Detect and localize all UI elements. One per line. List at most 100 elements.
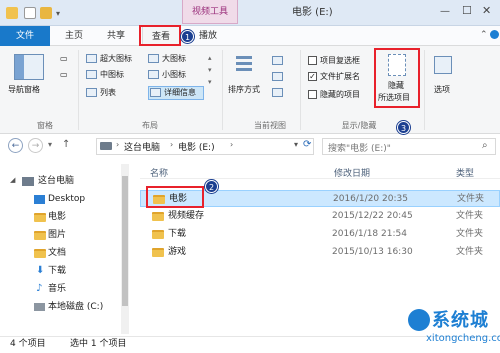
address-dropdown-icon[interactable]: ▾	[294, 140, 298, 149]
layout-medium-icons[interactable]: 中图标	[100, 69, 124, 80]
file-extensions-checkbox[interactable]: ✓	[308, 72, 317, 81]
file-type: 文件夹	[456, 211, 484, 221]
hidden-items-checkbox[interactable]	[308, 90, 317, 99]
chevron-right-icon: ›	[230, 140, 234, 149]
layout-extra-large-icons[interactable]: 超大图标	[100, 53, 132, 64]
tab-home[interactable]: 主页	[58, 26, 90, 46]
layout-scroll-arrows-icon[interactable]: ▴ ▾ ▾	[208, 52, 212, 88]
highlight-hide-selected	[374, 48, 420, 108]
search-placeholder: 搜索"电影 (E:)"	[328, 144, 391, 154]
window-title: 电影 (E:)	[292, 7, 333, 18]
extra-large-icons-icon	[86, 54, 97, 63]
watermark-brand: 系统城	[432, 310, 489, 331]
layout-small-icons[interactable]: 小图标	[162, 69, 186, 80]
documents-folder-icon	[34, 249, 46, 258]
ribbon-collapse-icon[interactable]: ⌃	[480, 30, 488, 40]
add-columns-icon[interactable]	[272, 72, 283, 81]
step-badge-2: 2	[205, 180, 218, 193]
properties-icon[interactable]	[24, 7, 36, 19]
chevron-right-icon: ›	[116, 140, 120, 149]
medium-icons-icon	[86, 70, 97, 79]
forward-icon[interactable]: →	[28, 138, 43, 153]
tab-play[interactable]: 播放	[190, 26, 226, 46]
group-label-show-hide: 显示/隐藏	[341, 121, 377, 130]
nav-item-downloads[interactable]: 下载	[48, 263, 66, 279]
size-columns-icon[interactable]	[272, 88, 283, 97]
file-type: 文件夹	[456, 247, 484, 257]
navigation-pane-button[interactable]: 导航窗格	[8, 84, 40, 95]
item-checkboxes-label: 项目复选框	[320, 56, 360, 65]
item-checkboxes-checkbox[interactable]	[308, 56, 317, 65]
back-icon[interactable]: ←	[8, 138, 23, 153]
table-row[interactable]: 下载 2016/1/18 21:54 文件夹	[140, 226, 500, 243]
downloads-icon: ⬇	[36, 265, 45, 276]
step-badge-1: 1	[181, 30, 194, 43]
step-badge-3: 3	[397, 121, 410, 134]
layout-details[interactable]: 详细信息	[164, 87, 196, 98]
list-icon	[86, 88, 97, 97]
local-disk-icon	[34, 303, 45, 311]
table-row[interactable]: 视频缓存 2015/12/22 20:45 文件夹	[140, 208, 500, 225]
preview-pane-icon[interactable]: ▭	[60, 54, 68, 63]
tab-share[interactable]: 共享	[100, 26, 132, 46]
computer-icon	[100, 142, 112, 150]
search-icon[interactable]: ⌕	[482, 140, 488, 151]
table-row[interactable]: 游戏 2015/10/13 16:30 文件夹	[140, 244, 500, 261]
status-selected-count: 选中 1 个项目	[70, 339, 127, 349]
details-pane-icon[interactable]: ▭	[60, 70, 68, 79]
layout-list[interactable]: 列表	[100, 87, 116, 98]
nav-item-pictures[interactable]: 图片	[48, 227, 66, 243]
music-icon: ♪	[36, 283, 43, 294]
group-label-current-view: 当前视图	[254, 121, 286, 130]
sort-by-icon	[234, 54, 256, 76]
header-divider	[140, 178, 500, 179]
nav-item-music[interactable]: 音乐	[48, 281, 66, 297]
videos-folder-icon	[34, 213, 46, 222]
options-button[interactable]: 选项	[434, 84, 450, 95]
layout-large-icons[interactable]: 大图标	[162, 53, 186, 64]
watermark-logo	[408, 309, 430, 331]
computer-icon	[22, 177, 34, 186]
file-modified: 2015/12/22 20:45	[332, 211, 413, 221]
group-label-layout: 布局	[142, 121, 158, 130]
nav-item-this-pc[interactable]: 这台电脑	[38, 173, 74, 189]
group-by-icon[interactable]	[272, 56, 283, 65]
folder-icon	[152, 212, 164, 221]
up-icon[interactable]: ↑	[62, 139, 70, 150]
nav-pane-scroll-thumb[interactable]	[122, 176, 128, 306]
nav-item-desktop[interactable]: Desktop	[48, 191, 85, 207]
nav-item-videos[interactable]: 电影	[48, 209, 66, 225]
recent-locations-icon[interactable]: ▾	[48, 140, 52, 149]
large-icons-icon	[148, 54, 159, 63]
file-name: 下载	[168, 229, 187, 239]
expand-chevron-icon[interactable]: ◢	[10, 176, 15, 184]
file-modified: 2015/10/13 16:30	[332, 247, 413, 257]
navigation-pane-icon[interactable]	[14, 54, 44, 80]
breadcrumb-drive[interactable]: 电影 (E:)	[178, 140, 215, 153]
divider	[222, 50, 223, 130]
sort-by-button[interactable]: 排序方式	[228, 84, 260, 95]
watermark-url: xitongcheng.com	[426, 333, 500, 344]
file-name: 视频缓存	[168, 211, 205, 221]
nav-item-local-disk-c[interactable]: 本地磁盘 (C:)	[48, 299, 103, 315]
file-extensions-label: 文件扩展名	[320, 72, 360, 81]
maximize-button[interactable]: ☐	[462, 4, 472, 17]
file-type: 文件夹	[457, 194, 485, 204]
nav-item-documents[interactable]: 文档	[48, 245, 66, 261]
close-button[interactable]: ✕	[482, 4, 491, 17]
new-folder-icon[interactable]	[40, 7, 52, 19]
group-label-pane: 窗格	[37, 121, 53, 130]
refresh-icon[interactable]: ⟳	[303, 139, 311, 150]
quick-access-dropdown-icon[interactable]: ▾	[56, 9, 60, 18]
divider	[300, 50, 301, 130]
file-modified: 2016/1/18 21:54	[332, 229, 407, 239]
folder-icon	[6, 7, 18, 19]
minimize-button[interactable]: —	[440, 6, 450, 17]
desktop-icon	[34, 195, 45, 204]
tab-file[interactable]: 文件	[0, 26, 50, 46]
breadcrumb-this-pc[interactable]: 这台电脑	[124, 140, 160, 153]
details-icon	[150, 88, 161, 97]
file-modified: 2016/1/20 20:35	[333, 194, 408, 204]
help-icon[interactable]	[490, 30, 499, 39]
highlight-selected-folder	[146, 186, 204, 208]
